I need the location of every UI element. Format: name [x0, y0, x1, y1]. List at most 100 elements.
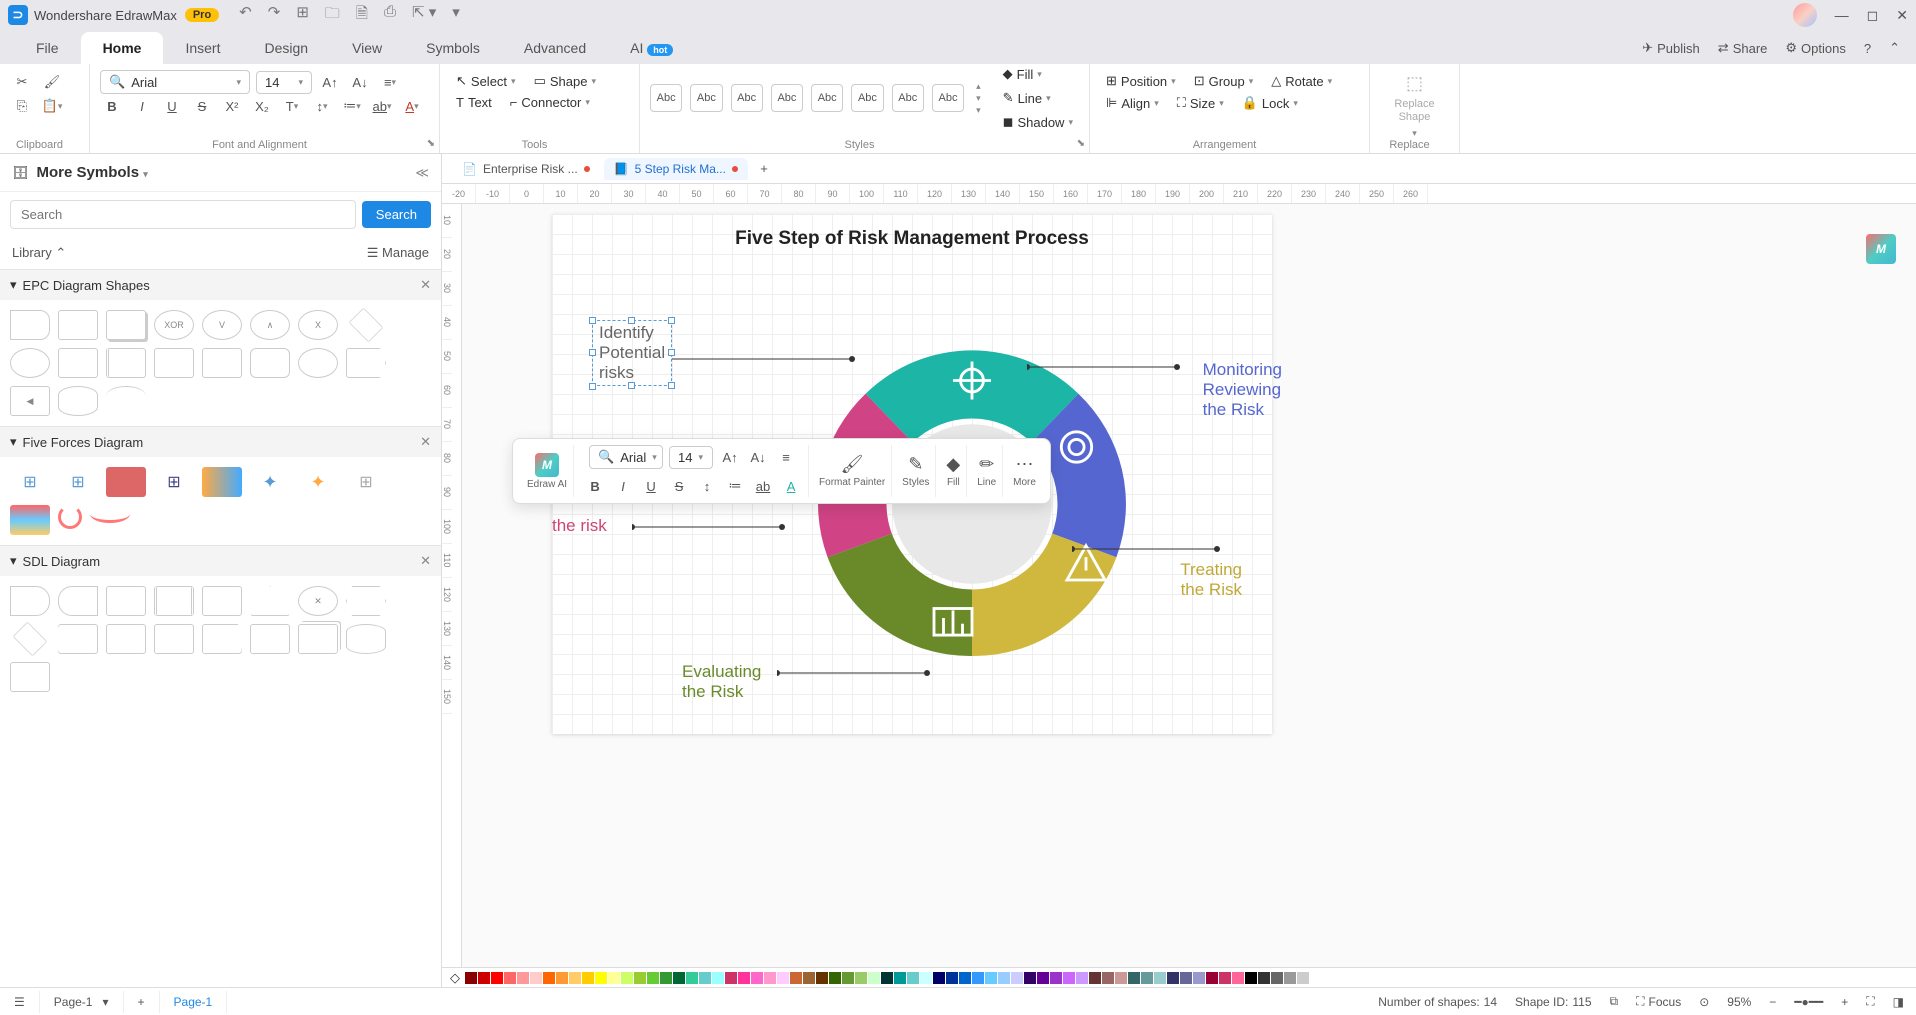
category-close-icon[interactable]: ✕	[420, 434, 431, 450]
shape-item[interactable]: ⊞	[154, 467, 194, 497]
shape-item[interactable]	[58, 505, 82, 529]
color-swatch[interactable]	[712, 972, 724, 984]
diagram-title[interactable]: Five Step of Risk Management Process	[552, 228, 1272, 250]
color-swatch[interactable]	[543, 972, 555, 984]
doc-tab-1[interactable]: 📄Enterprise Risk ...	[452, 158, 600, 180]
shape-item[interactable]: ⊞	[10, 467, 50, 497]
size-button[interactable]: ⛶ Size ▾	[1171, 92, 1230, 114]
color-swatch[interactable]	[569, 972, 581, 984]
float-align-icon[interactable]: ≡	[775, 446, 797, 468]
print-icon[interactable]: ⎙	[384, 3, 396, 28]
shape-item[interactable]	[154, 348, 194, 378]
color-swatch[interactable]	[660, 972, 672, 984]
shape-item[interactable]: ✕	[298, 586, 338, 616]
library-button[interactable]: Library ⌃	[12, 245, 66, 261]
style-swatch-8[interactable]: Abc	[932, 84, 964, 112]
float-font-select[interactable]: 🔍 Arial ▾	[589, 445, 663, 469]
zoom-out-icon[interactable]: −	[1769, 995, 1776, 1009]
color-swatch[interactable]	[1141, 972, 1153, 984]
color-swatch[interactable]	[907, 972, 919, 984]
color-swatch[interactable]	[829, 972, 841, 984]
shape-item[interactable]: X	[298, 310, 338, 340]
undo-icon[interactable]: ↶	[239, 3, 252, 28]
eyedropper-icon[interactable]: ◇	[450, 970, 460, 986]
paste-icon[interactable]: 📋 ▾	[40, 94, 64, 118]
maximize-icon[interactable]: ◻	[1867, 7, 1879, 24]
text-button[interactable]: T Text	[450, 92, 498, 113]
float-bold-icon[interactable]: B	[584, 475, 606, 497]
color-swatch[interactable]	[1089, 972, 1101, 984]
bullet-list-icon[interactable]: ≔ ▾	[340, 94, 364, 118]
color-swatch[interactable]	[1076, 972, 1088, 984]
shape-item[interactable]: V	[202, 310, 242, 340]
color-swatch[interactable]	[972, 972, 984, 984]
color-swatch[interactable]	[1128, 972, 1140, 984]
style-swatch-5[interactable]: Abc	[811, 84, 843, 112]
color-swatch[interactable]	[582, 972, 594, 984]
shape-item[interactable]	[106, 310, 146, 340]
category-sdl[interactable]: ▾ SDL Diagram✕	[0, 545, 441, 576]
page-tab-1[interactable]: Page-1	[160, 991, 228, 1013]
shape-item[interactable]	[250, 348, 290, 378]
color-swatch[interactable]	[777, 972, 789, 984]
shape-item[interactable]	[58, 386, 98, 416]
style-swatch-2[interactable]: Abc	[690, 84, 722, 112]
color-swatch[interactable]	[959, 972, 971, 984]
layers-icon[interactable]: ⧉	[1610, 994, 1619, 1009]
color-swatch[interactable]	[855, 972, 867, 984]
shape-item[interactable]: ∧	[250, 310, 290, 340]
shape-item[interactable]	[58, 586, 98, 616]
color-swatch[interactable]	[1232, 972, 1244, 984]
zoom-in-icon[interactable]: +	[1841, 995, 1848, 1009]
shape-item[interactable]: XOR	[154, 310, 194, 340]
group-button[interactable]: ⊡ Group ▾	[1188, 70, 1260, 92]
focus-button[interactable]: ⛶ Focus	[1636, 994, 1681, 1009]
shape-item[interactable]	[298, 624, 338, 654]
color-swatch[interactable]	[1258, 972, 1270, 984]
float-more-icon[interactable]: ⋯	[1016, 454, 1034, 475]
styles-more-icon[interactable]: ▾	[976, 105, 981, 116]
copy-icon[interactable]: ⎘	[10, 94, 34, 118]
page-select[interactable]: Page-1 ▾	[40, 991, 124, 1013]
color-swatch[interactable]	[933, 972, 945, 984]
label-analyze[interactable]: the risk	[552, 516, 607, 536]
style-swatch-4[interactable]: Abc	[771, 84, 803, 112]
style-swatch-7[interactable]: Abc	[892, 84, 924, 112]
color-swatch[interactable]	[881, 972, 893, 984]
color-swatch[interactable]	[868, 972, 880, 984]
float-underline-icon[interactable]: U	[640, 475, 662, 497]
category-epc[interactable]: ▾ EPC Diagram Shapes✕	[0, 269, 441, 300]
color-swatch[interactable]	[1024, 972, 1036, 984]
shape-item[interactable]	[346, 348, 386, 378]
search-input[interactable]	[10, 200, 356, 229]
tab-ai[interactable]: AI hot	[608, 32, 695, 64]
shape-item[interactable]	[250, 586, 290, 616]
style-swatch-1[interactable]: Abc	[650, 84, 682, 112]
page-list-icon[interactable]: ☰	[0, 991, 40, 1013]
color-swatch[interactable]	[738, 972, 750, 984]
redo-icon[interactable]: ↷	[268, 3, 281, 28]
color-swatch[interactable]	[998, 972, 1010, 984]
close-icon[interactable]: ✕	[1896, 7, 1908, 24]
edraw-ai-icon[interactable]: M	[535, 453, 559, 477]
color-swatch[interactable]	[725, 972, 737, 984]
shape-item[interactable]	[250, 624, 290, 654]
color-swatch[interactable]	[1011, 972, 1023, 984]
manage-button[interactable]: ☰ Manage	[367, 245, 429, 261]
ai-fab-icon[interactable]: M	[1866, 234, 1896, 264]
label-evaluate[interactable]: Evaluating the Risk	[682, 662, 761, 702]
color-swatch[interactable]	[478, 972, 490, 984]
color-swatch[interactable]	[1102, 972, 1114, 984]
grow-font-icon[interactable]: A↑	[318, 70, 342, 94]
category-close-icon[interactable]: ✕	[420, 553, 431, 569]
color-swatch[interactable]	[621, 972, 633, 984]
color-swatch[interactable]	[530, 972, 542, 984]
tab-symbols[interactable]: Symbols	[404, 32, 502, 64]
tab-file[interactable]: File	[14, 32, 81, 64]
shape-item[interactable]	[346, 586, 386, 616]
color-swatch[interactable]	[803, 972, 815, 984]
shape-item[interactable]	[10, 348, 50, 378]
tab-view[interactable]: View	[330, 32, 404, 64]
color-swatch[interactable]	[1050, 972, 1062, 984]
italic-icon[interactable]: I	[130, 94, 154, 118]
